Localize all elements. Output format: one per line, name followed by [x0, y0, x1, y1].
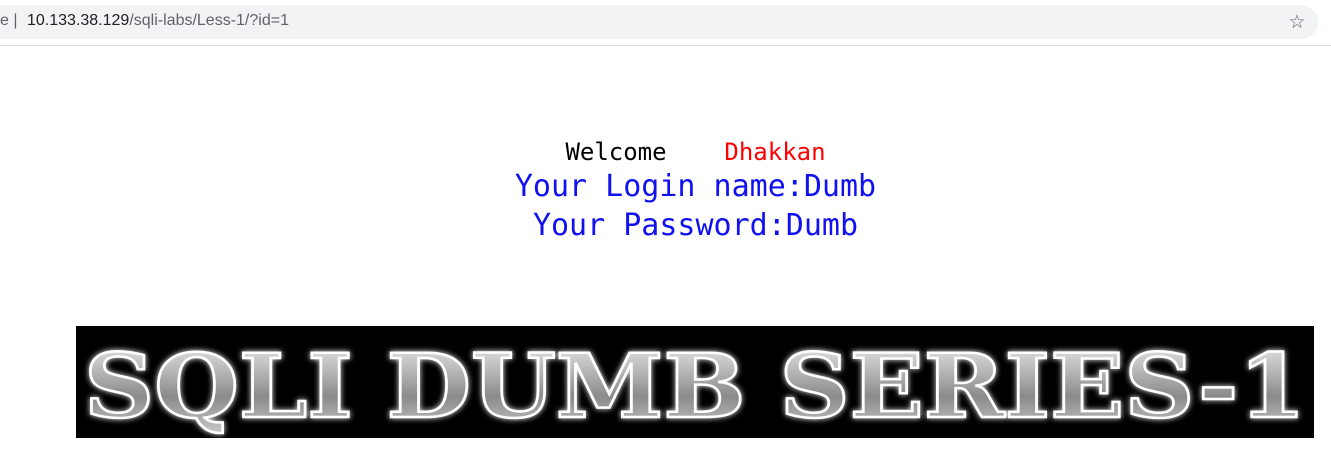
welcome-text: Welcome	[565, 138, 667, 166]
banner-title: SQLI DUMB SERIES-1	[84, 334, 1306, 438]
login-name-line: Your Login name:Dumb	[514, 169, 877, 204]
page-content: Welcome Dhakkan Your Login name:Dumb You…	[0, 137, 1331, 245]
browser-address-bar: e | 10.133.38.129/sqli-labs/Less-1/?id=1…	[0, 0, 1331, 46]
url-text[interactable]: 10.133.38.129/sqli-labs/Less-1/?id=1	[27, 11, 289, 31]
banner-logo: SQLI DUMB SERIES-1	[83, 333, 1308, 438]
welcome-name: Dhakkan	[724, 138, 826, 166]
star-icon[interactable]: ☆	[1285, 10, 1309, 34]
sqli-dumb-series-banner: SQLI DUMB SERIES-1	[76, 326, 1314, 438]
url-host: 10.133.38.129	[27, 12, 130, 29]
welcome-line: Welcome Dhakkan	[0, 137, 1331, 167]
password-line: Your Password:Dumb	[532, 208, 859, 243]
url-prefix: e |	[0, 12, 18, 29]
url-path: /sqli-labs/Less-1/?id=1	[129, 12, 289, 29]
